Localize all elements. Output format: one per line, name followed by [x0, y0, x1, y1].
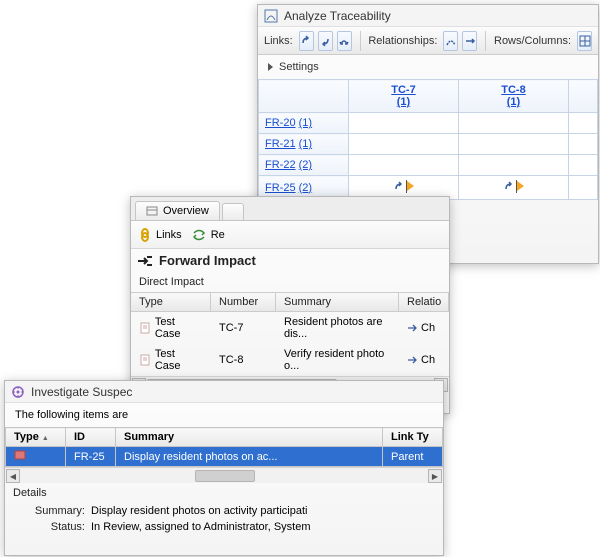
- col-header[interactable]: TC-8 (1): [459, 80, 569, 113]
- testcase-icon: [139, 322, 151, 334]
- testcase-icon: [139, 354, 151, 366]
- col-type[interactable]: Type: [131, 293, 211, 311]
- traceability-icon: [264, 9, 278, 23]
- toolbar-rowscols-label: Rows/Columns:: [494, 35, 571, 47]
- row-header[interactable]: FR-22 (2): [259, 155, 349, 176]
- table-row[interactable]: Test Case TC-7 Resident photos are dis..…: [131, 312, 449, 344]
- separator: [360, 31, 361, 51]
- col-linkty[interactable]: Link Ty: [383, 428, 443, 447]
- overview-icon: [146, 205, 158, 217]
- flag-icon: [407, 181, 414, 191]
- horizontal-scrollbar[interactable]: ◀ ▶: [5, 467, 443, 483]
- settings-expander[interactable]: Settings: [258, 55, 598, 79]
- col-id[interactable]: ID: [66, 428, 116, 447]
- link-arrow-icon: [393, 180, 405, 192]
- investigate-icon: [11, 385, 25, 399]
- row-header[interactable]: FR-20 (1): [259, 113, 349, 134]
- row-header[interactable]: FR-21 (1): [259, 134, 349, 155]
- relationships-button-1[interactable]: [443, 31, 458, 51]
- detail-summary: Summary:Display resident photos on activ…: [5, 503, 443, 519]
- col-type[interactable]: Type ▲: [6, 428, 66, 447]
- title-text: Investigate Suspec: [31, 385, 132, 399]
- details-label: Details: [5, 483, 443, 503]
- matrix-cell[interactable]: [459, 176, 569, 200]
- re-section[interactable]: Re: [192, 229, 225, 241]
- direct-impact-label: Direct Impact: [131, 272, 449, 292]
- cycle-icon: [192, 229, 206, 241]
- suspect-table: Type ▲ ID Summary Link Ty FR-25 Display …: [5, 427, 443, 467]
- title-text: Analyze Traceability: [284, 9, 391, 23]
- scroll-right-button[interactable]: ▶: [428, 469, 442, 483]
- toolbar-links-label: Links:: [264, 35, 293, 47]
- toolbar: Links: Relationships: Rows/Columns:: [258, 27, 598, 55]
- col-header[interactable]: TC-7 (1): [349, 80, 459, 113]
- arrow-right-icon: [407, 324, 417, 332]
- panel-heading: Forward Impact: [131, 249, 449, 272]
- links-both-button[interactable]: [337, 31, 352, 51]
- detail-status: Status:In Review, assigned to Administra…: [5, 519, 443, 535]
- titlebar: Investigate Suspec: [5, 381, 443, 403]
- relationships-button-2[interactable]: [462, 31, 477, 51]
- table-row-selected[interactable]: FR-25 Display resident photos on ac... P…: [6, 447, 443, 467]
- sub-toolbar: Links Re: [131, 221, 449, 249]
- scroll-left-button[interactable]: ◀: [6, 469, 20, 483]
- flag-icon: [517, 181, 524, 191]
- chevron-right-icon: [268, 63, 273, 71]
- links-section[interactable]: Links: [139, 228, 182, 242]
- investigate-suspect-window: Investigate Suspec The following items a…: [4, 380, 444, 556]
- col-relation[interactable]: Relatio: [399, 293, 449, 311]
- link-arrow-icon: [503, 180, 515, 192]
- intro-text: The following items are: [5, 403, 443, 427]
- tab-other[interactable]: [222, 203, 244, 220]
- links-down-button[interactable]: [318, 31, 333, 51]
- arrow-right-icon: [407, 356, 417, 364]
- rowscols-button[interactable]: [577, 31, 592, 51]
- titlebar: Analyze Traceability: [258, 5, 598, 27]
- toolbar-relationships-label: Relationships:: [368, 35, 437, 47]
- tab-overview[interactable]: Overview: [135, 201, 220, 220]
- scroll-thumb[interactable]: [195, 470, 255, 482]
- tab-bar: Overview: [131, 197, 449, 221]
- col-number[interactable]: Number: [211, 293, 276, 311]
- grid-header: Type Number Summary Relatio: [131, 292, 449, 312]
- settings-label: Settings: [279, 61, 319, 73]
- table-row[interactable]: Test Case TC-8 Verify resident photo o..…: [131, 344, 449, 376]
- requirement-icon: [14, 450, 26, 460]
- links-up-button[interactable]: [299, 31, 314, 51]
- col-summary[interactable]: Summary: [116, 428, 383, 447]
- col-summary[interactable]: Summary: [276, 293, 399, 311]
- links-icon: [139, 228, 151, 242]
- traceability-matrix: TC-7 (1) TC-8 (1) FR-20 (1) FR-21 (1) FR…: [258, 79, 598, 200]
- separator: [485, 31, 486, 51]
- forward-impact-icon: [137, 254, 153, 268]
